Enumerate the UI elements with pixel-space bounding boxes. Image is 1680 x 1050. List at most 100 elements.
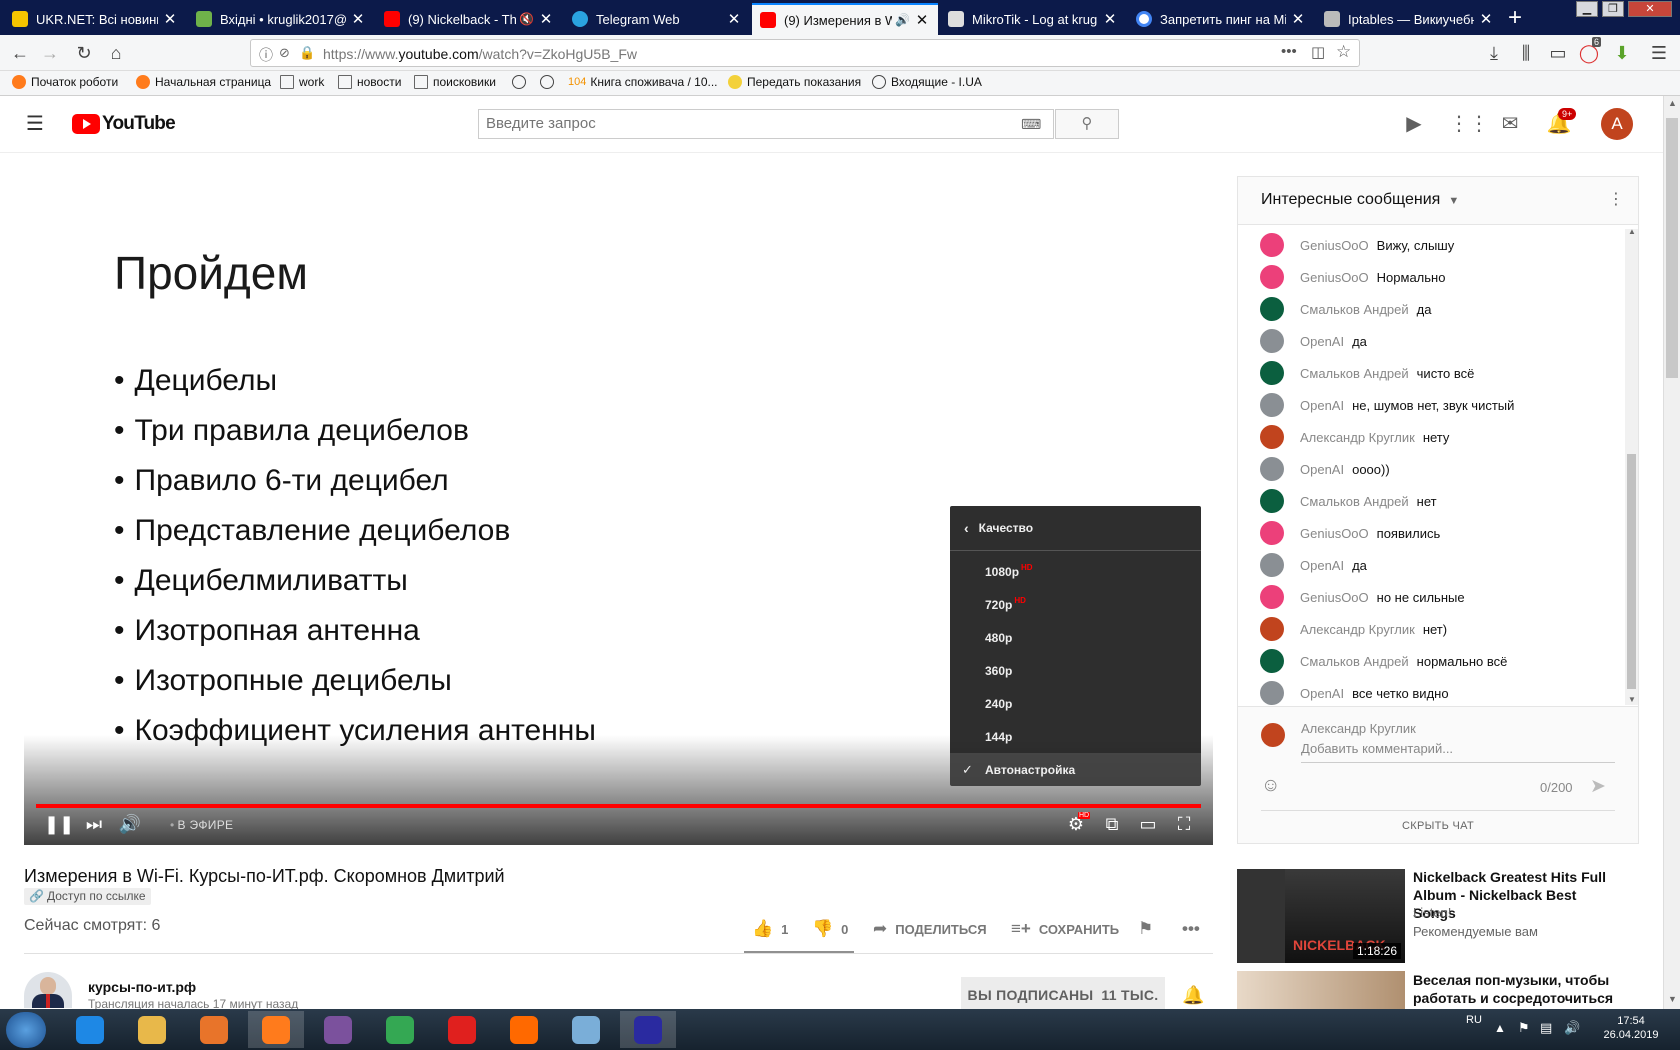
start-button[interactable] (6, 1012, 46, 1048)
language-indicator[interactable]: RU (1466, 1014, 1482, 1026)
progress-bar[interactable] (36, 804, 1201, 808)
browser-tab[interactable]: Вхідні • kruglik2017@uk ✕ (188, 3, 374, 35)
messages-icon[interactable]: ✉ (1497, 111, 1523, 137)
pause-icon[interactable]: ❚❚ (44, 812, 74, 836)
chat-message[interactable]: GeniusOoO но не сильные (1260, 582, 1610, 612)
recommendation-thumbnail[interactable] (1237, 971, 1405, 1009)
chat-author-name[interactable]: Смальков Андрей (1300, 494, 1409, 509)
video-player[interactable]: Пройдем Децибелы Три правила децибелов П… (24, 176, 1213, 845)
like-button[interactable]: 👍 1 (752, 919, 788, 939)
apps-grid-icon[interactable]: ⋮⋮ (1449, 111, 1489, 137)
taskbar-app-ie[interactable] (62, 1011, 118, 1048)
bookmark-folder[interactable]: новости (338, 75, 401, 89)
quality-option-auto[interactable]: ✓ Автонастройка (950, 753, 1201, 786)
bookmark-item[interactable] (512, 75, 531, 89)
browser-tab[interactable]: Запретить пинг на Mik ✕ (1128, 3, 1314, 35)
bookmark-item[interactable]: Передать показания (728, 75, 861, 89)
bookmark-item[interactable]: 104 Книга споживача / 10... (568, 75, 718, 89)
keyboard-icon[interactable]: ⌨ (1021, 116, 1041, 133)
taskbar-app-chrome[interactable] (372, 1011, 428, 1048)
scroll-up-icon[interactable]: ▲ (1668, 98, 1677, 108)
taskbar-app-mi[interactable] (496, 1011, 552, 1048)
address-bar[interactable]: ⓘ ⊘ 🔒 https://www.youtube.com/watch?v=Zk… (250, 39, 1360, 67)
chat-scroll-thumb[interactable] (1627, 454, 1636, 689)
account-avatar[interactable]: A (1601, 108, 1633, 140)
close-tab-icon[interactable]: ✕ (538, 10, 554, 28)
chat-author-name[interactable]: GeniusOoO (1300, 526, 1369, 541)
download-helper-icon[interactable]: ⬇ (1608, 41, 1636, 65)
close-tab-icon[interactable]: ✕ (726, 10, 742, 28)
taskbar-app-network[interactable] (558, 1011, 614, 1048)
search-input[interactable] (479, 110, 999, 137)
youtube-logo[interactable]: YouTube (72, 113, 176, 135)
taskbar-app-firefox[interactable] (248, 1011, 304, 1048)
library-icon[interactable]: ⫼ (1512, 41, 1540, 65)
restore-window-button[interactable]: ❐ (1602, 1, 1624, 17)
autoplay-blocked-icon[interactable]: ⊘ (279, 45, 290, 61)
info-icon[interactable]: ⓘ (259, 45, 273, 65)
chat-author-name[interactable]: Смальков Андрей (1300, 654, 1409, 669)
close-tab-icon[interactable]: ✕ (350, 10, 366, 28)
close-tab-icon[interactable]: ✕ (914, 11, 930, 29)
bookmark-item[interactable]: Начальная страница (136, 75, 271, 89)
chat-message[interactable]: OpenAI oooo)) (1260, 454, 1610, 484)
chat-author-name[interactable]: OpenAI (1300, 334, 1344, 349)
taskbar-app-media[interactable] (186, 1011, 242, 1048)
send-icon[interactable]: ➤ (1590, 775, 1606, 798)
new-tab-button[interactable]: + (1508, 4, 1522, 32)
save-button[interactable]: ≡+ СОХРАНИТЬ (1011, 919, 1119, 939)
browser-tab-active[interactable]: (9) Измерения в Wi- 🔊 ✕ (752, 3, 938, 35)
bookmark-item[interactable]: Входящие - I.UA (872, 75, 982, 89)
chat-author-name[interactable]: OpenAI (1300, 558, 1344, 573)
minimize-window-button[interactable]: ▁ (1576, 1, 1598, 17)
quality-option-240p[interactable]: 240p (950, 687, 1201, 720)
chat-input[interactable]: Добавить комментарий... (1301, 741, 1615, 763)
quality-option-144p[interactable]: 144p (950, 720, 1201, 753)
close-tab-icon[interactable]: ✕ (162, 10, 178, 28)
fullscreen-icon[interactable]: ⛶ (1170, 812, 1198, 836)
create-video-icon[interactable]: ▶ (1401, 111, 1427, 137)
playing-audio-icon[interactable]: 🔊 (895, 13, 910, 27)
page-scrollbar[interactable]: ▲ ▼ (1663, 96, 1680, 1009)
chat-scrollbar[interactable]: ▲ ▼ (1625, 227, 1638, 705)
notification-bell-icon[interactable]: 🔔 (1182, 985, 1204, 1006)
chat-author-name[interactable]: GeniusOoO (1300, 270, 1369, 285)
hide-chat-button[interactable]: СКРЫТЬ ЧАТ (1238, 820, 1638, 832)
back-button[interactable]: ← (6, 41, 34, 65)
chat-message[interactable]: Александр Круглик нету (1260, 422, 1610, 452)
chat-more-icon[interactable]: ⋮ (1608, 189, 1624, 209)
scroll-up-icon[interactable]: ▲ (1628, 227, 1636, 236)
chat-message[interactable]: Смальков Андрей чисто всё (1260, 358, 1610, 388)
chat-message[interactable]: GeniusOoO появились (1260, 518, 1610, 548)
home-button[interactable]: ⌂ (102, 41, 130, 65)
chat-mode-dropdown[interactable]: Интересные сообщения ▼ (1261, 191, 1459, 209)
bookmark-folder[interactable]: work (280, 75, 324, 89)
close-tab-icon[interactable]: ✕ (1478, 10, 1494, 28)
more-actions-button[interactable]: ••• (1182, 919, 1208, 939)
quality-option-480p[interactable]: 480p (950, 621, 1201, 654)
chat-message[interactable]: OpenAI да (1260, 550, 1610, 580)
dislike-button[interactable]: 👎 0 (812, 919, 848, 939)
taskbar-app-viber[interactable] (310, 1011, 366, 1048)
share-button[interactable]: ➦ ПОДЕЛИТЬСЯ (873, 919, 987, 939)
sidebar-icon[interactable]: ▭ (1544, 41, 1572, 65)
chat-message[interactable]: Смальков Андрей да (1260, 294, 1610, 324)
browser-tab[interactable]: MikroTik - Log at kruglik ✕ (940, 3, 1126, 35)
theater-mode-icon[interactable]: ▭ (1134, 812, 1162, 836)
quality-option-720p[interactable]: 720p HD (950, 588, 1201, 621)
chat-author-name[interactable]: OpenAI (1300, 462, 1344, 477)
pocket-icon[interactable]: ◫ (1311, 43, 1325, 61)
chat-author-name[interactable]: Смальков Андрей (1300, 302, 1409, 317)
close-tab-icon[interactable]: ✕ (1102, 10, 1118, 28)
chat-author-name[interactable]: GeniusOoO (1300, 590, 1369, 605)
hamburger-menu-icon[interactable]: ☰ (22, 111, 48, 137)
network-icon[interactable]: ▤ (1540, 1020, 1552, 1036)
miniplayer-icon[interactable]: ⧉ (1098, 812, 1126, 836)
live-badge[interactable]: • В ЭФИРЕ (170, 818, 233, 832)
chat-author-name[interactable]: Смальков Андрей (1300, 366, 1409, 381)
subscribed-button[interactable]: ВЫ ПОДПИСАНЫ 11 ТЫС. (961, 977, 1165, 1013)
volume-icon[interactable]: 🔊 (116, 812, 144, 836)
quality-menu-back[interactable]: ‹ Качество (950, 506, 1201, 551)
close-window-button[interactable]: ✕ (1628, 1, 1672, 17)
scroll-down-icon[interactable]: ▼ (1628, 695, 1636, 704)
